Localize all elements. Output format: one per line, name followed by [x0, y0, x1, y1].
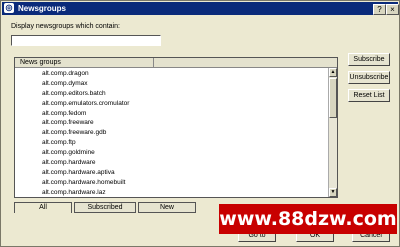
list-item[interactable]: alt.comp.hardware.laz	[15, 188, 327, 197]
tab-subscribed[interactable]: Subscribed	[74, 202, 136, 213]
subscribe-button[interactable]: Subscribe	[348, 53, 390, 66]
list-rows: alt.comp.dragon alt.comp.dymax alt.comp.…	[15, 69, 327, 197]
vertical-scrollbar[interactable]: ▲ ▼	[328, 68, 337, 197]
title-bar: ◎ Newsgroups ? ×	[2, 2, 399, 15]
scroll-down-arrow-icon[interactable]: ▼	[329, 188, 337, 197]
unsubscribe-button[interactable]: Unsubscribe	[348, 71, 390, 84]
help-button[interactable]: ?	[373, 4, 386, 15]
list-item[interactable]: alt.comp.dragon	[15, 69, 327, 79]
list-item[interactable]: alt.comp.emulators.cromulator	[15, 99, 327, 109]
scroll-up-arrow-icon[interactable]: ▲	[329, 68, 337, 77]
column-header-newsgroups[interactable]: News groups	[15, 58, 154, 67]
search-input[interactable]	[11, 35, 161, 46]
list-item[interactable]: alt.comp.fedom	[15, 109, 327, 119]
tab-new[interactable]: New	[138, 202, 196, 213]
list-item[interactable]: alt.comp.editors.batch	[15, 89, 327, 99]
newsgroup-list[interactable]: News groups alt.comp.dragon alt.comp.dym…	[14, 57, 338, 198]
list-header: News groups	[15, 58, 337, 68]
newsgroups-window: ◎ Newsgroups ? × Display newsgroups whic…	[0, 0, 400, 247]
watermark-banner: www.88dzw.com	[219, 204, 397, 234]
app-icon: ◎	[4, 3, 14, 13]
list-item[interactable]: alt.comp.ftp	[15, 138, 327, 148]
reset-list-button[interactable]: Reset List	[348, 89, 390, 102]
list-item[interactable]: alt.comp.hardware.aptiva	[15, 168, 327, 178]
scroll-thumb[interactable]	[329, 78, 337, 118]
list-item[interactable]: alt.comp.freeware	[15, 118, 327, 128]
search-label: Display newsgroups which contain:	[11, 23, 120, 30]
close-button[interactable]: ×	[386, 4, 399, 15]
tab-all[interactable]: All	[14, 202, 72, 213]
list-item[interactable]: alt.comp.hardware.homebuilt	[15, 178, 327, 188]
list-item[interactable]: alt.comp.goldmine	[15, 148, 327, 158]
list-item[interactable]: alt.comp.hardware	[15, 158, 327, 168]
list-item[interactable]: alt.comp.freeware.gdb	[15, 128, 327, 138]
window-title: Newsgroups	[18, 4, 67, 13]
list-item[interactable]: alt.comp.dymax	[15, 79, 327, 89]
